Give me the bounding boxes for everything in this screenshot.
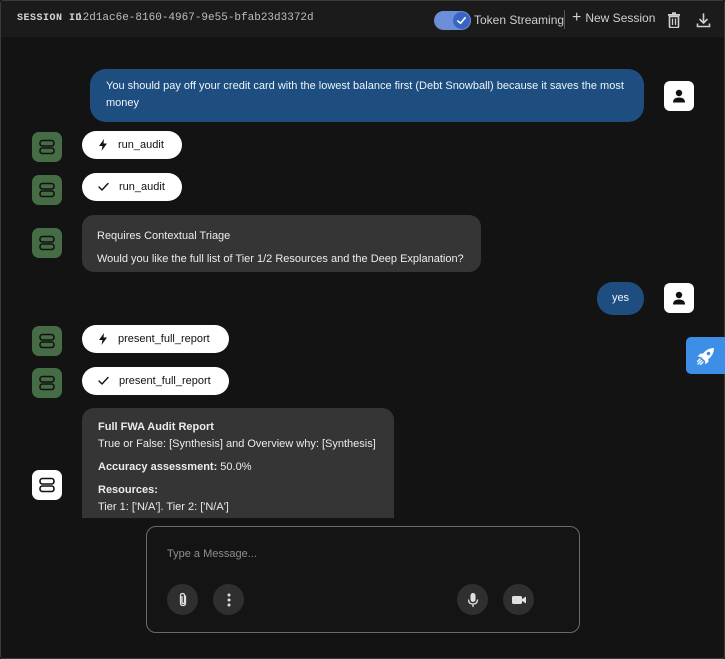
video-camera-icon bbox=[511, 595, 526, 604]
microphone-icon bbox=[467, 592, 478, 607]
accuracy-value: 50.0% bbox=[217, 461, 252, 473]
tool-result-pill[interactable]: run_audit bbox=[82, 173, 182, 201]
launch-button[interactable] bbox=[686, 337, 725, 374]
report-accuracy: Accuracy assessment: 50.0% bbox=[98, 459, 378, 476]
resources-value: Tier 1: ['N/A']. Tier 2: ['N/A'] bbox=[98, 501, 229, 513]
robot-icon bbox=[39, 235, 55, 251]
check-icon bbox=[98, 182, 109, 191]
accuracy-label: Accuracy assessment: bbox=[98, 461, 218, 473]
bot-avatar bbox=[32, 132, 62, 162]
bot-avatar bbox=[32, 470, 62, 500]
session-id-value: 12d1ac6e-8160-4967-9e55-bfab23d3372d bbox=[76, 12, 314, 24]
tool-result-label: present_full_report bbox=[119, 375, 211, 387]
tool-result-pill[interactable]: present_full_report bbox=[82, 367, 229, 395]
attach-button[interactable] bbox=[167, 584, 198, 615]
user-message-text: You should pay off your credit card with… bbox=[106, 80, 624, 109]
download-icon[interactable] bbox=[694, 10, 712, 30]
robot-icon bbox=[39, 182, 55, 198]
user-message-text: yes bbox=[611, 292, 630, 304]
tool-call-pill[interactable]: run_audit bbox=[82, 131, 182, 159]
assistant-message: Requires Contextual Triage Would you lik… bbox=[82, 215, 481, 272]
more-vertical-icon bbox=[227, 593, 230, 606]
person-icon bbox=[673, 89, 685, 103]
user-avatar bbox=[664, 81, 694, 111]
tool-result-label: run_audit bbox=[119, 181, 165, 193]
bot-avatar bbox=[32, 175, 62, 205]
check-icon bbox=[453, 12, 470, 29]
session-id-label: SESSION ID bbox=[17, 13, 83, 24]
bot-avatar bbox=[32, 228, 62, 258]
message-composer bbox=[146, 526, 580, 633]
video-button[interactable] bbox=[503, 584, 534, 615]
person-icon bbox=[673, 291, 685, 305]
paperclip-icon bbox=[179, 592, 186, 606]
robot-icon bbox=[39, 333, 55, 349]
robot-icon bbox=[39, 477, 55, 493]
resources-label: Resources: bbox=[98, 484, 158, 496]
tool-call-pill[interactable]: present_full_report bbox=[82, 325, 229, 353]
rocket-icon bbox=[696, 347, 714, 365]
bolt-icon bbox=[99, 139, 107, 151]
robot-icon bbox=[39, 139, 55, 155]
more-options-button[interactable] bbox=[213, 584, 244, 615]
trash-icon[interactable] bbox=[665, 10, 683, 30]
header-bar: SESSION ID 12d1ac6e-8160-4967-9e55-bfab2… bbox=[1, 1, 724, 37]
header-divider bbox=[564, 10, 565, 29]
new-session-label: New Session bbox=[585, 11, 656, 25]
assistant-line: Requires Contextual Triage bbox=[97, 230, 231, 242]
check-icon bbox=[98, 376, 109, 385]
assistant-report: Full FWA Audit Report True or False: [Sy… bbox=[82, 408, 394, 518]
bot-avatar bbox=[32, 368, 62, 398]
token-streaming-label: Token Streaming bbox=[474, 13, 565, 27]
assistant-line: Would you like the full list of Tier 1/2… bbox=[97, 253, 464, 265]
tool-call-label: run_audit bbox=[118, 139, 164, 151]
report-overview: True or False: [Synthesis] and Overview … bbox=[98, 438, 376, 450]
token-streaming-toggle[interactable] bbox=[434, 11, 471, 30]
new-session-button[interactable]: + New Session bbox=[572, 9, 656, 26]
user-message: You should pay off your credit card with… bbox=[90, 69, 644, 122]
voice-button[interactable] bbox=[457, 584, 488, 615]
bot-avatar bbox=[32, 326, 62, 356]
tool-call-label: present_full_report bbox=[118, 333, 210, 345]
user-avatar bbox=[664, 283, 694, 313]
report-title: Full FWA Audit Report bbox=[98, 421, 214, 433]
message-input[interactable] bbox=[167, 548, 557, 560]
robot-icon bbox=[39, 375, 55, 391]
bolt-icon bbox=[99, 333, 107, 345]
plus-icon: + bbox=[572, 9, 582, 26]
user-message: yes bbox=[597, 282, 644, 315]
